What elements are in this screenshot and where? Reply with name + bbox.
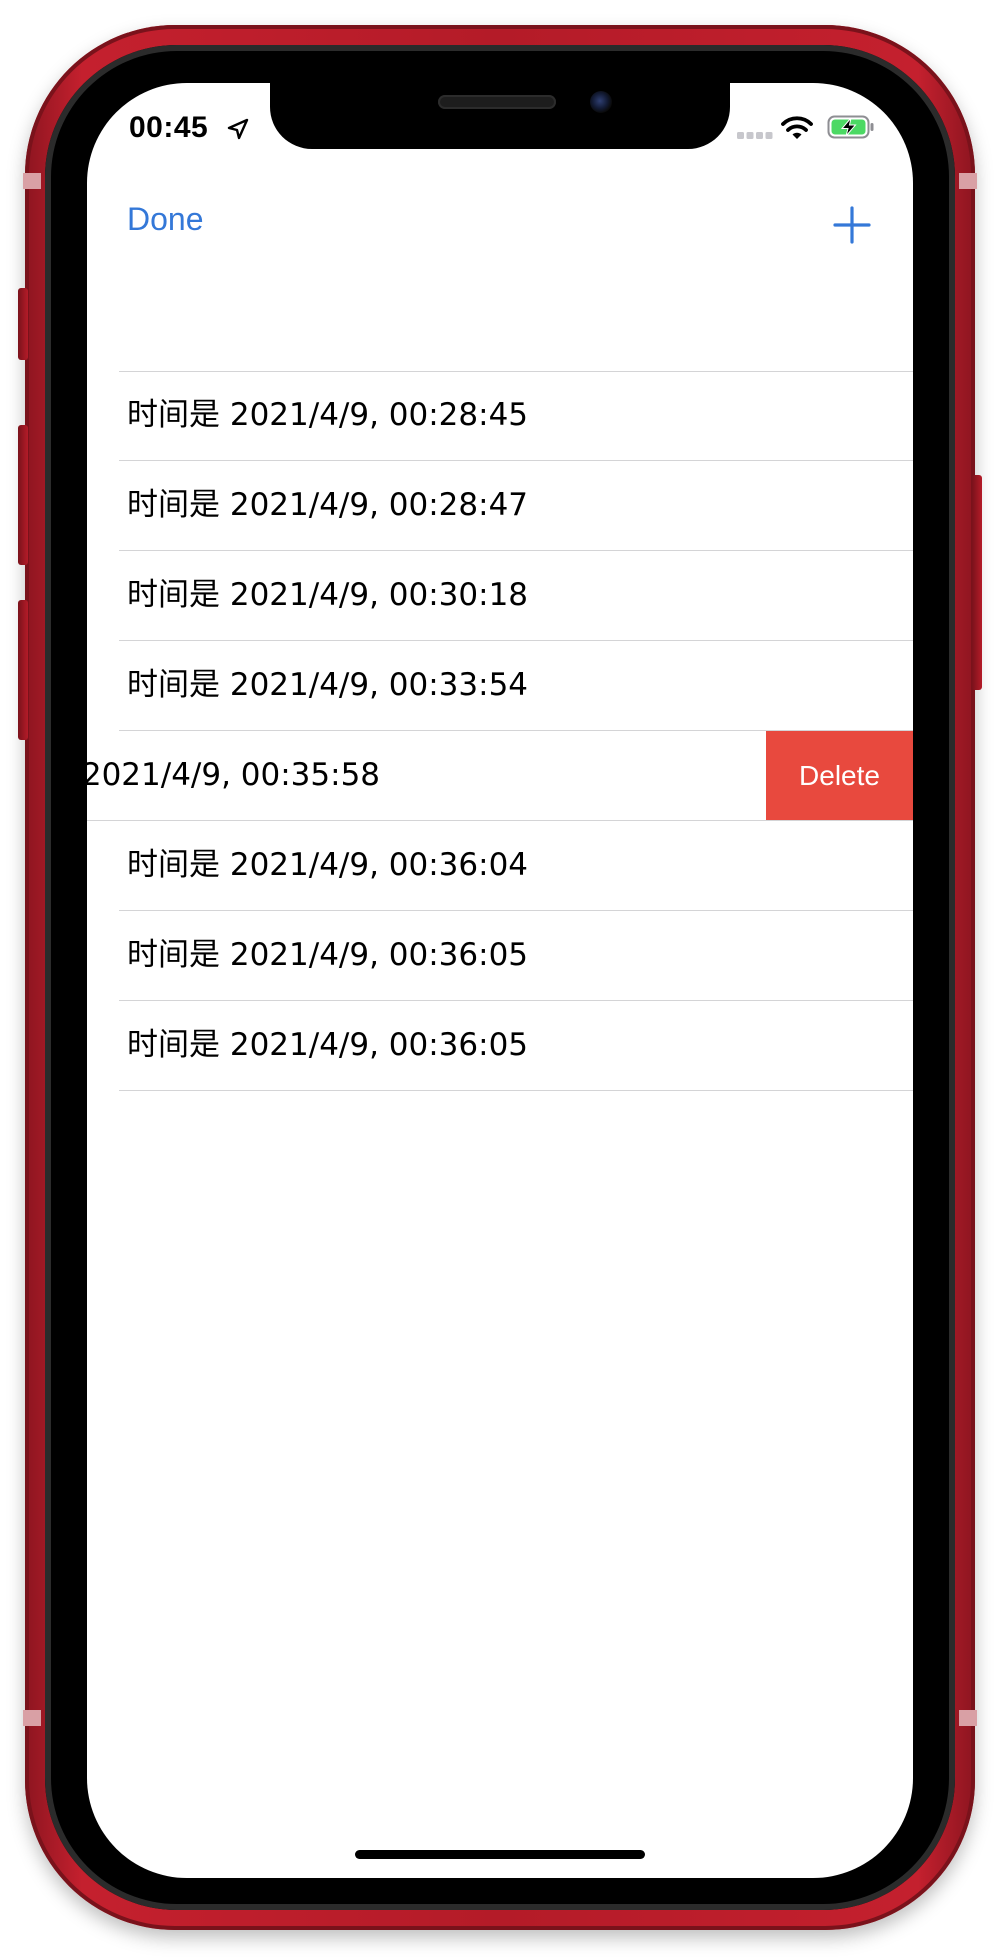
wifi-icon xyxy=(781,116,813,139)
antenna-band xyxy=(23,173,41,189)
list-item-label: 时间是 2021/4/9, 00:33:54 xyxy=(127,667,529,703)
antenna-band xyxy=(959,173,977,189)
list-item[interactable]: 时间是 2021/4/9, 00:33:54 xyxy=(87,641,913,731)
mute-switch xyxy=(18,288,28,360)
list-item-swiped[interactable]: 时间是 2021/4/9, 00:35:58 Delete xyxy=(87,731,913,821)
front-camera xyxy=(590,91,612,113)
home-indicator[interactable] xyxy=(355,1850,645,1859)
done-button[interactable]: Done xyxy=(127,201,204,238)
list-item-label: 时间是 2021/4/9, 00:36:05 xyxy=(127,1027,529,1063)
list-item[interactable]: 时间是 2021/4/9, 00:36:05 xyxy=(87,1001,913,1091)
list-item-label: 时间是 2021/4/9, 00:35:58 xyxy=(87,757,381,793)
cellular-signal-icon xyxy=(737,132,773,139)
delete-button[interactable]: Delete xyxy=(766,731,913,820)
list-item[interactable]: 时间是 2021/4/9, 00:36:05 xyxy=(87,911,913,1001)
list-item-label: 时间是 2021/4/9, 00:28:47 xyxy=(127,487,529,523)
battery-charging-icon xyxy=(827,115,874,139)
list-item[interactable]: 时间是 2021/4/9, 00:28:47 xyxy=(87,461,913,551)
list-item-label: 时间是 2021/4/9, 00:30:18 xyxy=(127,577,529,613)
volume-down-button xyxy=(18,600,28,740)
list-item[interactable]: 时间是 2021/4/9, 00:36:04 xyxy=(87,821,913,911)
list-item-label: 时间是 2021/4/9, 00:28:45 xyxy=(127,397,529,433)
list-item[interactable]: 时间是 2021/4/9, 00:28:45 xyxy=(87,371,913,461)
notch xyxy=(270,83,730,149)
row-separator xyxy=(119,1090,913,1091)
time-list: 时间是 2021/4/9, 00:28:45 时间是 2021/4/9, 00:… xyxy=(87,371,913,1091)
power-button xyxy=(972,475,982,690)
screen: 00:45 Done 时间是 2021/4/9, 00:28:45 时间是 20… xyxy=(87,83,913,1878)
plus-icon[interactable] xyxy=(832,205,872,245)
location-arrow-icon xyxy=(227,118,249,140)
antenna-band xyxy=(23,1710,41,1726)
list-item-label: 时间是 2021/4/9, 00:36:04 xyxy=(127,847,529,883)
list-item-label: 时间是 2021/4/9, 00:36:05 xyxy=(127,937,529,973)
list-item[interactable]: 时间是 2021/4/9, 00:30:18 xyxy=(87,551,913,641)
antenna-band xyxy=(959,1710,977,1726)
speaker-grille xyxy=(438,95,556,109)
volume-up-button xyxy=(18,425,28,565)
status-time: 00:45 xyxy=(129,111,209,144)
